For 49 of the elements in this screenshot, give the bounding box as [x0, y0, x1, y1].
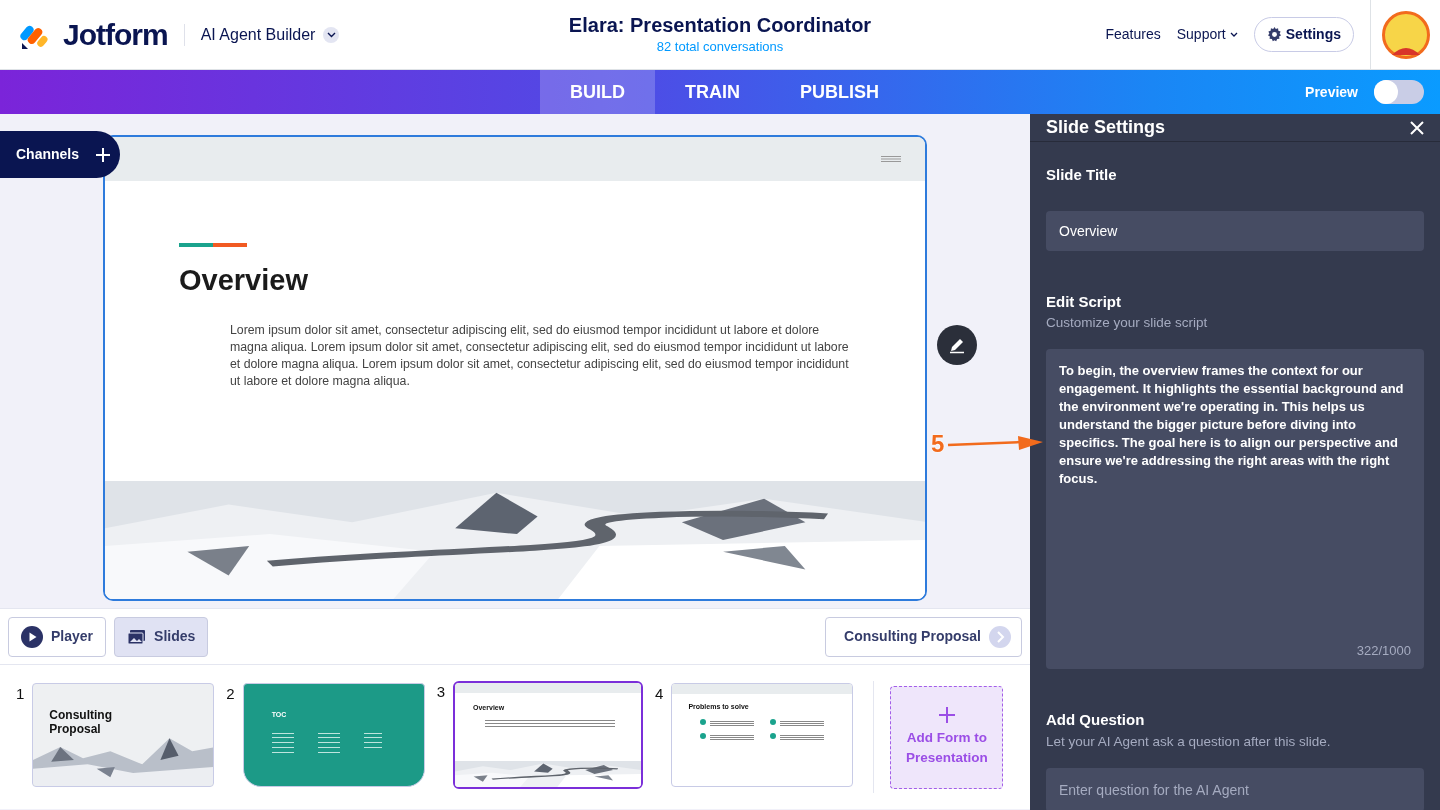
image-icon: [127, 628, 147, 645]
pencil-icon: [948, 336, 966, 354]
callout-number: 5: [931, 432, 945, 456]
chevron-down-icon[interactable]: [323, 26, 340, 43]
slide-body-text: Lorem ipsum dolor sit amet, consectetur adipiscing elit, sed do eiusmod tempor incididunt ut labore et dolore magna aliqua. Lorem ipsum dolor sit amet, consectetur adipiscing elit, sed do eiusmod tempor incididunt ut labore et dolore magna aliqua. Lorem ipsum dolor sit amet, consectetur adipiscing elit, sed do eiusmod tempor incididunt ut labore et dolore magna aliqua.: [230, 321, 850, 390]
logo-text: Jotform: [63, 17, 168, 53]
slide-title-field[interactable]: Overview: [1046, 210, 1424, 251]
field-hint: Customize your slide script: [1046, 314, 1209, 332]
channels-button[interactable]: Channels: [0, 131, 120, 178]
preview-label: Preview: [1305, 82, 1358, 102]
plus-icon: [95, 146, 111, 163]
tab[interactable]: BUILD: [540, 70, 655, 114]
panel-title: Slide Settings: [1046, 116, 1166, 139]
chevron-down-icon: [1229, 32, 1238, 37]
close-icon[interactable]: [1410, 120, 1424, 135]
slides-button[interactable]: Slides: [114, 616, 209, 657]
add-form-button[interactable]: Add Form to Presentation: [890, 685, 1004, 789]
character-count: 322/1000: [1356, 641, 1411, 660]
player-button[interactable]: Player: [8, 616, 107, 657]
tab[interactable]: TRAIN: [655, 70, 770, 114]
field-label: Edit Script: [1046, 291, 1122, 312]
avatar[interactable]: [1381, 10, 1430, 59]
slide-number: 3: [436, 682, 446, 702]
slide-title: Overview: [179, 263, 309, 298]
features-link[interactable]: Features: [1105, 24, 1161, 45]
question-field[interactable]: Enter question for the AI Agent: [1046, 768, 1424, 810]
field-label: Add Question: [1046, 710, 1146, 731]
slide-number: 2: [226, 684, 235, 704]
preview-toggle[interactable]: [1374, 80, 1424, 104]
slide-number: 1: [16, 684, 25, 704]
thumbnail-title: Consulting Proposal: [48, 707, 113, 736]
chevron-right-icon: [989, 625, 1011, 648]
support-menu[interactable]: Support: [1176, 24, 1238, 45]
product-dropdown[interactable]: AI Agent Builder: [200, 22, 340, 47]
settings-button[interactable]: Settings: [1253, 17, 1354, 52]
slide-thumbnail[interactable]: Consulting Proposal: [32, 683, 215, 787]
tab[interactable]: PUBLISH: [770, 70, 909, 114]
presentation-button[interactable]: Consulting Proposal: [825, 616, 1022, 657]
conversation-count: 82 total conversations: [655, 37, 785, 56]
agent-title: Elara: Presentation Coordinator: [567, 12, 873, 37]
accent-bar: [179, 243, 247, 247]
field-label: Slide Title: [1046, 165, 1118, 185]
slide-number: 4: [655, 684, 664, 704]
field-hint: Let your AI Agent ask a question after this slide.: [1046, 732, 1332, 751]
edit-button[interactable]: [937, 325, 977, 365]
plus-icon: [937, 705, 956, 724]
settings-icon: [1266, 27, 1282, 42]
script-field[interactable]: To begin, the overview frames the context for our engagement. It highlights the essential background and the environment we're operating in. This helps us understand the bigger picture before diving into specifics. The goal here is to align our perspective and ensure we're addressing the right areas with the right focus. 322/1000: [1046, 349, 1424, 670]
play-icon: [21, 625, 43, 648]
